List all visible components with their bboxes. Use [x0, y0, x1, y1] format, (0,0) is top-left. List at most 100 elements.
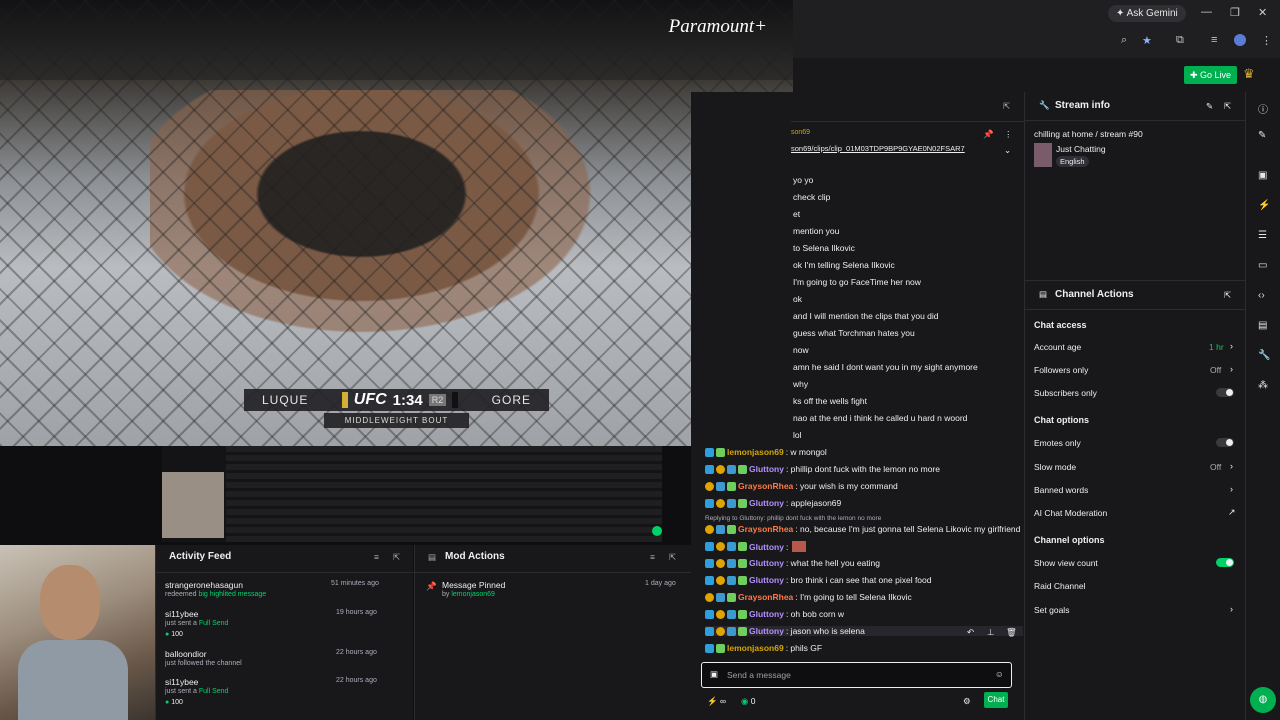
- chat-send-button[interactable]: Chat: [984, 692, 1008, 708]
- media-icon[interactable]: ≡: [1211, 34, 1217, 46]
- chat-settings-icon[interactable]: ▣: [710, 669, 718, 680]
- zoom-icon[interactable]: ⌕: [1121, 34, 1127, 47]
- edit-icon[interactable]: ✎: [1206, 101, 1213, 112]
- chat-icon[interactable]: ▭: [1258, 260, 1267, 271]
- ask-gemini-button[interactable]: ✦ Ask Gemini: [1108, 5, 1186, 22]
- chat-message: GraysonRhea: no, because I'm just gonna …: [705, 524, 1020, 534]
- popout-icon[interactable]: ⇱: [393, 552, 400, 563]
- chevron-right-icon[interactable]: ›: [1230, 461, 1233, 471]
- bookmark-star-icon[interactable]: ★: [1142, 34, 1152, 47]
- show-view-count-label: Show view count: [1034, 558, 1098, 568]
- chat-message: GraysonRhea: I'm going to tell Selena Il…: [705, 592, 912, 602]
- fighter-right: GORE: [491, 393, 531, 407]
- chat-access-heading: Chat access: [1034, 320, 1087, 330]
- chat-message: GraysonRhea: your wish is my command: [705, 481, 898, 491]
- pin-icon: 📌: [426, 581, 437, 591]
- stream-preview-icon[interactable]: ▣: [1258, 170, 1267, 181]
- pencil-icon[interactable]: ✎: [1258, 130, 1266, 141]
- profile-avatar[interactable]: [1234, 34, 1246, 46]
- chevron-right-icon[interactable]: ›: [1230, 364, 1233, 374]
- chat-message: guess what Torchman hates you: [793, 328, 915, 338]
- stream-video[interactable]: Paramount+ LUQUE UFC 1:34 R2 GORE MIDDLE…: [0, 0, 793, 446]
- chat-message: lemonjason69: phils GF: [705, 643, 822, 653]
- extensions-icon[interactable]: ⧉: [1176, 34, 1184, 47]
- chevron-right-icon[interactable]: ›: [1230, 341, 1233, 351]
- chat-message: Gluttony:: [705, 541, 807, 552]
- filter-icon[interactable]: ≡: [374, 552, 379, 562]
- moderator-tools-icon[interactable]: ⚡ ∞: [707, 696, 726, 707]
- chat-message-hovered: Gluttony: jason who is selena: [705, 626, 1023, 636]
- chat-message: et: [793, 209, 801, 219]
- show-view-count-toggle[interactable]: [1216, 558, 1234, 567]
- fighter-left: LUQUE: [262, 393, 309, 407]
- banned-words-label[interactable]: Banned words: [1034, 485, 1088, 495]
- subscribers-only-toggle[interactable]: [1216, 388, 1234, 397]
- activity-item-user[interactable]: strangeronehasagun: [165, 580, 243, 590]
- stream-category: Just Chatting: [1056, 144, 1106, 154]
- channel-options-heading: Channel options: [1034, 535, 1105, 545]
- external-link-icon[interactable]: ↗: [1228, 507, 1236, 518]
- activity-item-user[interactable]: si11ybee: [165, 677, 198, 687]
- go-live-button[interactable]: ✚ Go Live: [1184, 66, 1238, 84]
- filter-icon[interactable]: ≡: [650, 552, 655, 562]
- chevron-down-icon[interactable]: ⌄: [1004, 145, 1011, 156]
- info-icon[interactable]: ⓘ: [1258, 101, 1268, 116]
- chat-input[interactable]: ▣ Send a message ☺: [701, 662, 1012, 688]
- delete-icon[interactable]: 🗑: [1006, 627, 1017, 638]
- chat-message: Gluttony: phillip dont fuck with the lem…: [705, 464, 940, 474]
- emotes-only-toggle[interactable]: [1216, 438, 1234, 447]
- channel-points: ◉ 0: [741, 696, 756, 706]
- mod-action-title: Message Pinned: [442, 580, 506, 590]
- list-icon[interactable]: ☰: [1258, 230, 1267, 241]
- code-icon[interactable]: ‹›: [1258, 290, 1265, 301]
- set-goals-label[interactable]: Set goals: [1034, 605, 1069, 615]
- reply-icon[interactable]: ↶: [967, 627, 974, 638]
- followers-only-label[interactable]: Followers only: [1034, 365, 1088, 375]
- streamer-face: [40, 565, 100, 640]
- bolt-icon[interactable]: ⚡: [1258, 200, 1270, 211]
- help-chat-icon[interactable]: ◍: [1250, 687, 1276, 713]
- ai-moderation-label[interactable]: AI Chat Moderation: [1034, 508, 1107, 518]
- user-avatar[interactable]: ♛: [1243, 66, 1255, 82]
- gear-icon[interactable]: ⚙: [963, 696, 971, 707]
- gold-bar: [341, 392, 348, 408]
- popout-icon[interactable]: ⇱: [1224, 101, 1231, 112]
- activity-item-user[interactable]: balloondior: [165, 649, 207, 659]
- raid-channel-button[interactable]: Raid Channel: [1034, 581, 1086, 591]
- chevron-right-icon[interactable]: ›: [1230, 604, 1233, 614]
- chat-header: ⇱: [791, 92, 1024, 122]
- kebab-menu-icon[interactable]: ⋮: [1261, 34, 1272, 47]
- pinned-clip-link[interactable]: son69/clips/clip_01M03TDP9BP9GYAE0N02FSA…: [791, 144, 965, 153]
- popout-icon[interactable]: ⇱: [669, 552, 676, 563]
- add-widget-icon[interactable]: ⁂: [1258, 380, 1268, 391]
- minimize-icon[interactable]: —: [1201, 6, 1212, 18]
- dashboard-preview-thumbnail: [162, 446, 662, 542]
- account-age-label[interactable]: Account age: [1034, 342, 1081, 352]
- emote-picker-icon[interactable]: ☺: [995, 669, 1004, 679]
- emote-icon: [792, 541, 807, 552]
- bout-label: MIDDLEWEIGHT BOUT: [324, 413, 469, 428]
- chat-message: amn he said I dont want you in my sight …: [793, 362, 978, 372]
- reply-note: Replying to Gluttony: phillip dont fuck …: [705, 515, 882, 522]
- slow-mode-label[interactable]: Slow mode: [1034, 462, 1076, 472]
- slow-mode-value: Off: [1210, 462, 1222, 472]
- popout-icon[interactable]: ⇱: [1003, 101, 1010, 112]
- pin-icon[interactable]: ⊥: [987, 627, 994, 638]
- more-icon[interactable]: ⋮: [1004, 129, 1013, 140]
- chat-message: why: [793, 379, 809, 389]
- channel-actions-panel: ▤ Channel Actions ⇱ Chat access Account …: [1024, 280, 1246, 720]
- stream-info-panel: 🔧 Stream info ✎ ⇱ chilling at home / str…: [1024, 92, 1246, 280]
- restore-icon[interactable]: ❐: [1230, 6, 1240, 19]
- dashboard-icon[interactable]: ▤: [1258, 320, 1267, 331]
- preview-strip: [0, 446, 691, 546]
- chevron-right-icon[interactable]: ›: [1230, 484, 1233, 494]
- chat-message: yo yo: [793, 175, 814, 185]
- popout-icon[interactable]: ⇱: [1224, 290, 1231, 301]
- wrench-icon[interactable]: 🔧: [1258, 350, 1270, 361]
- pin-icon[interactable]: 📌: [983, 129, 994, 140]
- chat-message: to Selena Ilkovic: [793, 243, 855, 253]
- activity-item-user[interactable]: si11ybee: [165, 609, 198, 619]
- browser-toolbar: ✦ Ask Gemini — ❐ ✕ ⌕ ★ ⧉ ≡ ⋮: [793, 0, 1280, 58]
- chat-message: lemonjason69: w mongol: [705, 447, 827, 457]
- close-icon[interactable]: ✕: [1258, 6, 1267, 19]
